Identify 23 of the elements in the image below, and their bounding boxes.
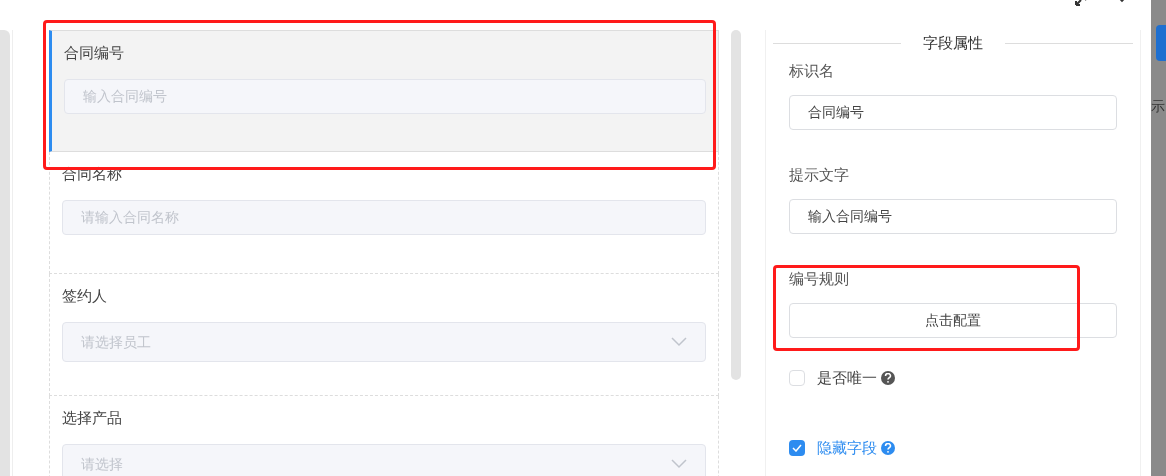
scrollbar[interactable] [0,30,10,476]
property-label: 标识名 [789,60,835,81]
checkbox[interactable] [789,440,805,457]
help-icon [881,441,895,456]
scrollbar[interactable] [731,30,741,380]
configure-button[interactable]: 点击配置 [789,302,1117,338]
chevron-down-icon [671,459,687,469]
checkbox-label: 隐藏字段 [817,438,877,458]
property-label: 提示文字 [789,164,850,185]
button-fragment[interactable] [1156,25,1166,61]
input-field[interactable]: 输入合同编号 [789,198,1117,234]
chevron-down-icon [671,337,687,347]
checkbox[interactable] [789,369,805,386]
field-label: 合同编号 [64,43,124,63]
page-text-fragment: 示 [1151,97,1166,116]
panel-title: 字段属性 [922,33,984,53]
check-icon [792,444,802,453]
field-label: 签约人 [62,286,107,306]
checkbox-label: 是否唯一 [817,367,877,388]
property-label: 编号规则 [789,268,850,289]
input-field[interactable]: 合同编号 [789,94,1117,130]
help-icon [881,370,895,385]
field-label: 选择产品 [62,408,122,428]
